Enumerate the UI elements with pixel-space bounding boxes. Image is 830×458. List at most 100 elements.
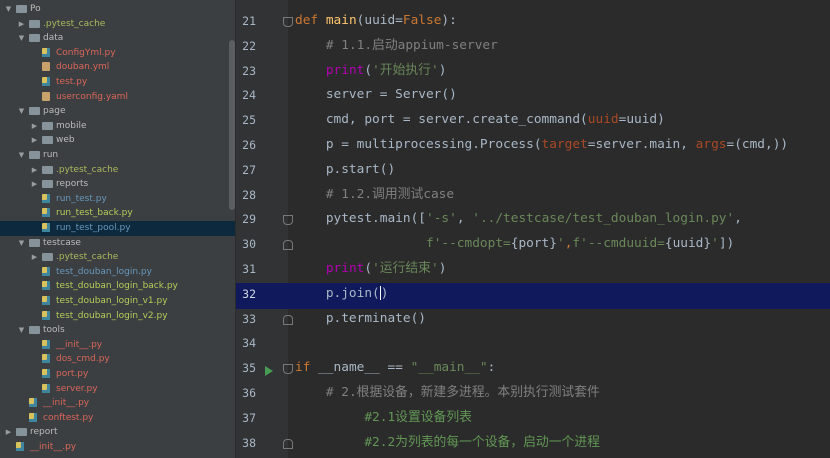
expand-arrow-icon[interactable]: ▼	[17, 323, 26, 338]
tree-item-label: test_douban_login.py	[56, 266, 152, 277]
tree-file-row[interactable]: test.py	[0, 75, 236, 90]
folder-icon	[29, 34, 40, 43]
code-token: )	[438, 62, 447, 78]
collapse-arrow-icon[interactable]: ▶	[30, 133, 39, 148]
tree-folder-row[interactable]: ▼ data	[0, 31, 236, 46]
python-file-icon	[42, 77, 50, 86]
code-token: (	[364, 261, 373, 276]
tree-item-label: run_test_pool.py	[56, 223, 131, 233]
tree-item-label: test_douban_login_v2.py	[56, 310, 168, 321]
tree-item-label: run_test_back.py	[56, 208, 133, 219]
tree-folder-row[interactable]: ▶ .pytest_cache	[0, 17, 236, 32]
line-number: 22	[242, 38, 256, 53]
tree-folder-row[interactable]: ▶ .pytest_cache	[0, 163, 236, 178]
tree-folder-row[interactable]: ▼ Po	[0, 2, 236, 17]
collapse-arrow-icon[interactable]: ▶	[30, 250, 39, 265]
tree-file-row[interactable]: __init__.py	[0, 396, 236, 411]
tree-file-row[interactable]: run_test_back.py	[0, 206, 236, 221]
code-line[interactable]: # 2.根据设备，新建多进程。本别执行测试套件	[295, 384, 600, 402]
tree-file-row[interactable]: __init__.py	[0, 338, 236, 353]
code-line[interactable]: print('开始执行')	[295, 62, 447, 80]
tree-file-row[interactable]: douban.yml	[0, 60, 236, 75]
tree-folder-row[interactable]: ▶ web	[0, 133, 236, 148]
yaml-file-icon	[42, 91, 50, 101]
fold-marker-icon[interactable]	[283, 364, 293, 375]
code-line[interactable]: cmd, port = server.create_command(uuid=u…	[295, 111, 665, 129]
tree-folder-row[interactable]: ▼ run	[0, 148, 236, 163]
project-tree-panel[interactable]: ▼ Po ▶ .pytest_cache ▼ data ConfigYml.py douban…	[0, 0, 236, 458]
fold-marker-icon[interactable]	[283, 438, 293, 449]
code-line[interactable]: # 1.1.启动appium-server	[295, 37, 498, 55]
code-token: pytest.main([	[295, 211, 426, 227]
line-number: 36	[242, 386, 256, 400]
code-line[interactable]: p = multiprocessing.Process(target=serve…	[295, 136, 788, 154]
run-icon[interactable]	[265, 366, 273, 376]
code-token: uuid	[587, 112, 619, 128]
tree-folder-row[interactable]: ▼ testcase	[0, 236, 236, 251]
code-line[interactable]: print('运行结束')	[295, 260, 447, 278]
code-line[interactable]: p.start()	[295, 161, 395, 179]
tree-folder-row[interactable]: ▶ .pytest_cache	[0, 250, 236, 265]
code-line[interactable]: p.terminate()	[295, 310, 426, 328]
tree-file-row[interactable]: __init__.py	[0, 440, 236, 455]
collapse-arrow-icon[interactable]: ▶	[30, 119, 39, 134]
code-token: ,	[456, 211, 473, 227]
tree-file-row[interactable]: userconfig.yaml	[0, 90, 236, 105]
code-token: #2.2为列表的每一个设备，启动一个进程	[364, 434, 600, 450]
folder-icon	[29, 107, 40, 116]
folder-icon	[42, 136, 53, 145]
code-line[interactable]: p.join()	[295, 285, 389, 303]
code-line[interactable]: # 1.2.调用测试case	[295, 186, 454, 204]
expand-arrow-icon[interactable]: ▼	[17, 148, 26, 163]
tree-item-label: ConfigYml.py	[56, 47, 116, 58]
tree-file-row[interactable]: test_douban_login_v2.py	[0, 309, 236, 324]
code-line[interactable]: if __name__ == "__main__":	[295, 359, 495, 377]
code-token: )	[438, 261, 447, 276]
tree-file-row[interactable]: conftest.py	[0, 411, 236, 426]
tree-file-row[interactable]: server.py	[0, 382, 236, 397]
code-token: p.start()	[295, 161, 396, 177]
tree-file-row[interactable]: run_test_pool.py	[0, 221, 236, 236]
tree-item-label: port.py	[56, 369, 89, 379]
code-line[interactable]: def main(uuid=False):	[295, 12, 457, 30]
code-token: '	[711, 236, 719, 252]
collapse-arrow-icon[interactable]: ▶	[17, 17, 26, 32]
fold-marker-icon[interactable]	[283, 240, 293, 251]
code-line[interactable]: #2.2为列表的每一个设备，启动一个进程	[295, 434, 600, 452]
tree-file-row[interactable]: test_douban_login_v1.py	[0, 294, 236, 309]
code-line[interactable]: #2.1设置设备列表	[295, 409, 472, 427]
code-token: f'--cmdopt=	[425, 236, 511, 252]
tree-folder-row[interactable]: ▶ reports	[0, 177, 236, 192]
tree-file-row[interactable]: ConfigYml.py	[0, 46, 236, 61]
code-token: # 2.根据设备，新建多进程。本别执行测试套件	[325, 385, 600, 400]
code-token: server = Server()	[295, 87, 457, 103]
expand-arrow-icon[interactable]: ▼	[4, 2, 13, 17]
collapse-arrow-icon[interactable]: ▶	[30, 163, 39, 178]
folder-icon	[16, 428, 27, 437]
tree-file-row[interactable]: test_douban_login.py	[0, 265, 236, 280]
tree-folder-row[interactable]: ▼ tools	[0, 323, 236, 338]
fold-marker-icon[interactable]	[283, 17, 293, 27]
tree-folder-row[interactable]: ▶ report	[0, 425, 236, 440]
expand-arrow-icon[interactable]: ▼	[17, 104, 26, 119]
tree-folder-row[interactable]: ▼ page	[0, 104, 236, 119]
tree-file-row[interactable]: dos_cmd.py	[0, 352, 236, 367]
code-token: (uuid=	[356, 13, 403, 28]
collapse-arrow-icon[interactable]: ▶	[4, 425, 13, 440]
tree-file-row[interactable]: run_test.py	[0, 192, 236, 207]
expand-arrow-icon[interactable]: ▼	[17, 236, 26, 251]
expand-arrow-icon[interactable]: ▼	[17, 31, 26, 46]
tree-item-label: reports	[56, 179, 89, 190]
folder-icon	[16, 5, 27, 13]
collapse-arrow-icon[interactable]: ▶	[30, 177, 39, 192]
line-number: 31	[242, 262, 256, 276]
tree-folder-row[interactable]: ▶ mobile	[0, 119, 236, 134]
code-line[interactable]: f'--cmdopt={port}',f'--cmduuid={uuid}'])	[295, 235, 734, 253]
tree-file-row[interactable]: test_douban_login_back.py	[0, 279, 236, 294]
fold-marker-icon[interactable]	[283, 215, 293, 226]
python-file-icon	[42, 383, 50, 393]
fold-marker-icon[interactable]	[283, 314, 293, 325]
code-line[interactable]: pytest.main(['-s', '../testcase/test_dou…	[295, 210, 742, 228]
code-line[interactable]: server = Server()	[295, 86, 457, 104]
tree-file-row[interactable]: port.py	[0, 367, 236, 382]
